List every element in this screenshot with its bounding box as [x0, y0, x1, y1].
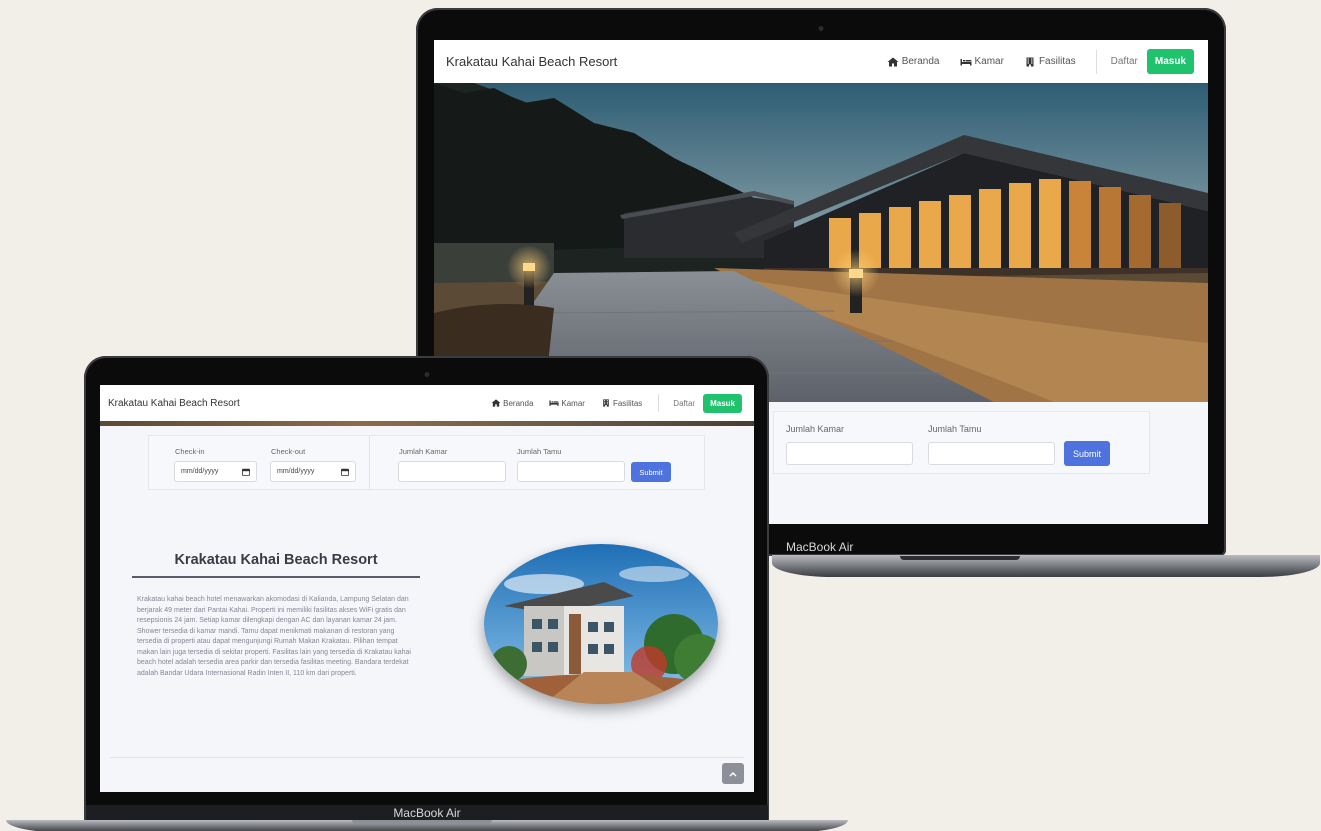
- login-button[interactable]: Masuk: [1146, 49, 1194, 74]
- laptop-screen: Krakatau Kahai Beach Resort Beranda Kama…: [100, 385, 754, 792]
- nav-rooms-label: Kamar: [561, 398, 585, 408]
- laptop-notch: [900, 556, 1020, 560]
- rooms-count-input[interactable]: [398, 461, 506, 482]
- hero-image-strip: [100, 421, 754, 426]
- camera: [424, 372, 429, 377]
- bed-icon: [549, 400, 559, 406]
- guests-count-input[interactable]: [928, 442, 1055, 465]
- booking-form: Check-in Check-out mm/dd/yyyy mm/dd/yyyy…: [148, 435, 705, 490]
- about-description: Krakatau kahai beach hotel menawarkan ak…: [137, 596, 411, 677]
- laptop-notch: [352, 820, 492, 824]
- nav-rooms-label: Kamar: [974, 56, 1004, 67]
- submit-button[interactable]: Submit: [1064, 441, 1110, 466]
- home-icon: [887, 57, 899, 66]
- checkin-placeholder: mm/dd/yyyy: [181, 468, 219, 475]
- hero-image: [434, 83, 1208, 402]
- device-label: MacBook Air: [86, 805, 768, 821]
- rooms-count-label: Jumlah Kamar: [786, 424, 845, 434]
- calendar-icon[interactable]: [242, 468, 250, 476]
- laptop-base: [772, 555, 1320, 577]
- nav-home[interactable]: Beranda: [887, 56, 940, 67]
- form-separator: [369, 436, 370, 490]
- calendar-icon[interactable]: [341, 468, 349, 476]
- nav-home[interactable]: Beranda: [491, 399, 533, 408]
- navbar: Krakatau Kahai Beach Resort Beranda Kama…: [434, 40, 1208, 83]
- checkin-date-input[interactable]: mm/dd/yyyy: [174, 461, 257, 482]
- nav-facilities-label: Fasilitas: [1038, 56, 1076, 67]
- nav-home-label: Beranda: [901, 56, 940, 67]
- camera: [818, 26, 824, 31]
- nav-links: Beranda Kamar Fasilitas Daftar Masuk: [491, 393, 742, 413]
- checkout-date-input[interactable]: mm/dd/yyyy: [270, 461, 356, 482]
- navbar-brand[interactable]: Krakatau Kahai Beach Resort: [446, 54, 617, 69]
- nav-rooms[interactable]: Kamar: [960, 56, 1004, 67]
- register-link[interactable]: Daftar: [1111, 56, 1138, 67]
- submit-button[interactable]: Submit: [631, 462, 671, 482]
- login-button[interactable]: Masuk: [703, 393, 742, 413]
- building-icon: [603, 399, 609, 407]
- nav-divider: [658, 394, 660, 412]
- bed-icon: [960, 58, 971, 65]
- footer-divider: [110, 757, 744, 758]
- chevron-up-icon: [729, 771, 737, 777]
- about-title: Krakatau Kahai Beach Resort: [174, 552, 378, 568]
- building-icon: [1026, 57, 1034, 66]
- nav-divider: [1095, 49, 1097, 74]
- scroll-to-top-button[interactable]: [722, 763, 744, 784]
- nav-rooms[interactable]: Kamar: [549, 399, 585, 408]
- checkin-label: Check-in: [175, 447, 205, 456]
- guests-count-input[interactable]: [517, 461, 625, 482]
- nav-facilities-label: Fasilitas: [612, 398, 643, 408]
- home-icon: [491, 399, 501, 407]
- nav-facilities[interactable]: Fasilitas: [1024, 56, 1076, 67]
- navbar: Krakatau Kahai Beach Resort Beranda Kama…: [100, 385, 754, 421]
- booking-form: Jumlah Kamar Jumlah Tamu Submit: [773, 411, 1150, 474]
- guests-count-label: Jumlah Tamu: [517, 447, 562, 456]
- checkout-label: Check-out: [271, 447, 306, 456]
- rooms-count-label: Jumlah Kamar: [399, 447, 448, 456]
- hotel-building-photo: [484, 544, 718, 704]
- hotel-photo: [484, 544, 718, 704]
- guests-count-label: Jumlah Tamu: [928, 424, 982, 434]
- register-link[interactable]: Daftar: [673, 399, 695, 408]
- checkout-placeholder: mm/dd/yyyy: [277, 468, 315, 475]
- nav-links: Beranda Kamar Fasilitas Daftar Masuk: [887, 49, 1194, 74]
- nav-home-label: Beranda: [503, 398, 534, 408]
- rooms-count-input[interactable]: [786, 442, 913, 465]
- about-divider: [132, 576, 420, 578]
- resort-night-photo: [434, 83, 1208, 402]
- nav-facilities[interactable]: Fasilitas: [601, 399, 642, 408]
- navbar-brand[interactable]: Krakatau Kahai Beach Resort: [108, 398, 240, 409]
